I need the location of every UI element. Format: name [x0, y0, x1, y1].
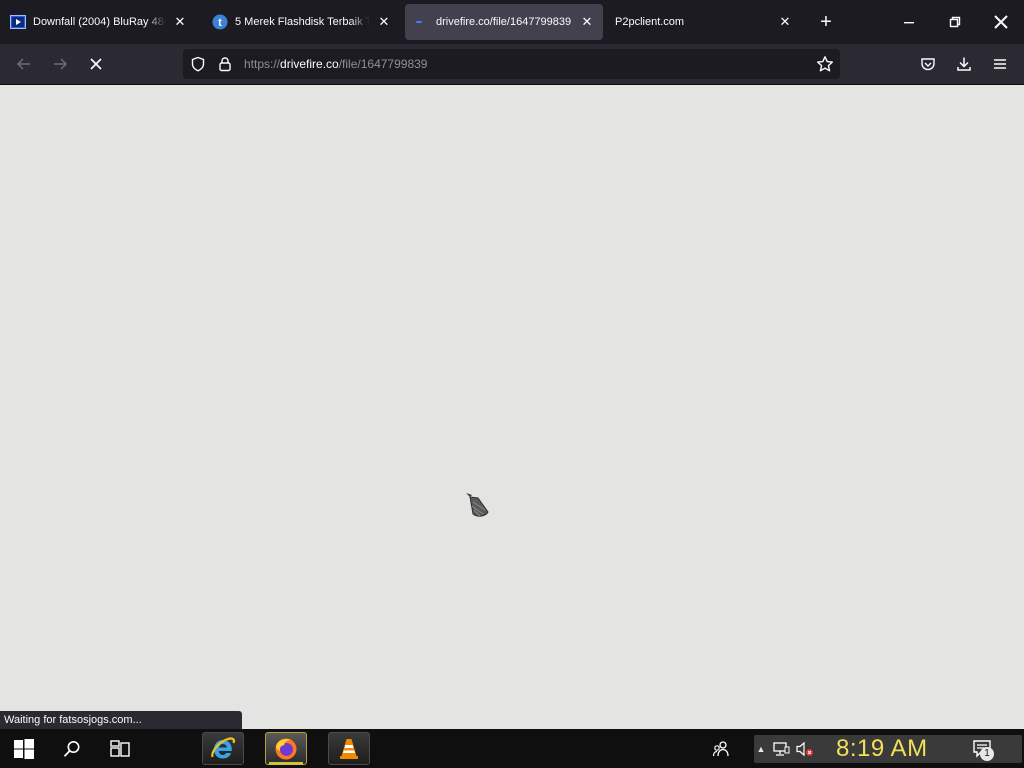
busy-cursor-icon	[466, 493, 489, 517]
taskbar: ▲ 8:19 AM 1	[0, 729, 1024, 768]
arrow-left-icon	[16, 58, 30, 70]
close-tab-icon[interactable]: ✕	[376, 14, 392, 30]
taskbar-firefox[interactable]	[265, 732, 307, 765]
app-menu-button[interactable]	[984, 48, 1016, 80]
tab-label: 5 Merek Flashdisk Terbaik Tera	[235, 16, 370, 28]
video-icon	[10, 14, 26, 30]
close-tab-icon[interactable]: ✕	[172, 14, 188, 30]
tab-downfall[interactable]: Downfall (2004) BluRay 480p ✕	[2, 4, 196, 40]
back-button[interactable]	[8, 48, 40, 80]
start-button[interactable]	[0, 729, 48, 768]
taskbar-clock[interactable]: 8:19 AM	[836, 735, 928, 763]
url-host: drivefire.co	[280, 57, 339, 71]
stop-loading-button[interactable]	[80, 48, 112, 80]
pocket-icon	[921, 58, 935, 71]
lock-icon[interactable]	[217, 56, 233, 72]
downloads-button[interactable]	[948, 48, 980, 80]
url-path: /file/1647799839	[338, 57, 428, 71]
restore-icon	[949, 16, 961, 28]
tab-label: P2pclient.com	[615, 16, 685, 28]
volume-muted-icon[interactable]	[796, 741, 814, 757]
loading-icon	[413, 14, 429, 30]
pocket-button[interactable]	[912, 48, 944, 80]
tab-label: drivefire.co/file/1647799839	[436, 16, 572, 28]
tab-drivefire[interactable]: drivefire.co/file/1647799839 ✕	[405, 4, 603, 40]
close-tab-icon[interactable]: ✕	[777, 14, 793, 30]
t-favicon-icon: t	[212, 14, 228, 30]
url-scheme: https://	[244, 57, 281, 71]
minimize-icon	[904, 22, 914, 24]
tab-strip: Downfall (2004) BluRay 480p ✕ t 5 Merek …	[0, 0, 1024, 44]
taskbar-internet-explorer[interactable]	[202, 732, 244, 765]
firefox-icon	[275, 738, 297, 759]
people-icon	[712, 740, 729, 756]
tab-p2pclient[interactable]: P2pclient.com ✕	[607, 4, 801, 40]
minimize-button[interactable]	[886, 0, 932, 44]
close-icon	[994, 15, 1008, 29]
vlc-cone-icon	[340, 738, 358, 759]
new-tab-button[interactable]: +	[812, 8, 840, 36]
search-icon	[63, 740, 80, 757]
tab-label: Downfall (2004) BluRay 480p	[33, 16, 166, 28]
status-panel: Waiting for fatsosjogs.com...	[0, 711, 242, 729]
notification-count-badge: 1	[980, 747, 994, 761]
forward-button[interactable]	[44, 48, 76, 80]
url-text[interactable]: https://drivefire.co/file/1647799839	[244, 57, 427, 71]
show-hidden-icons-chevron-up-icon[interactable]: ▲	[756, 740, 766, 758]
arrow-right-icon	[54, 58, 68, 70]
address-bar[interactable]: https://drivefire.co/file/1647799839	[183, 49, 840, 79]
taskbar-vlc[interactable]	[328, 732, 370, 765]
close-window-button[interactable]	[978, 0, 1024, 44]
task-view-icon	[110, 739, 130, 757]
stop-icon	[90, 58, 102, 70]
tab-flashdisk[interactable]: t 5 Merek Flashdisk Terbaik Tera ✕	[204, 4, 400, 40]
restore-button[interactable]	[932, 0, 978, 44]
shield-icon[interactable]	[190, 56, 206, 72]
internet-explorer-icon	[211, 736, 235, 758]
close-tab-icon[interactable]: ✕	[579, 14, 595, 30]
system-tray: ▲ 8:19 AM 1	[754, 735, 1022, 763]
task-view-button[interactable]	[96, 729, 144, 768]
windows-logo-icon	[14, 738, 34, 759]
bookmark-star-icon[interactable]	[816, 55, 834, 73]
page-content-area[interactable]	[0, 85, 1024, 727]
hamburger-menu-icon	[994, 59, 1006, 69]
network-icon[interactable]	[772, 741, 790, 757]
download-icon	[957, 57, 971, 71]
navigation-toolbar: https://drivefire.co/file/1647799839	[0, 44, 1024, 85]
svg-text:t: t	[218, 17, 222, 29]
search-button[interactable]	[48, 729, 96, 768]
people-button[interactable]	[708, 729, 734, 768]
